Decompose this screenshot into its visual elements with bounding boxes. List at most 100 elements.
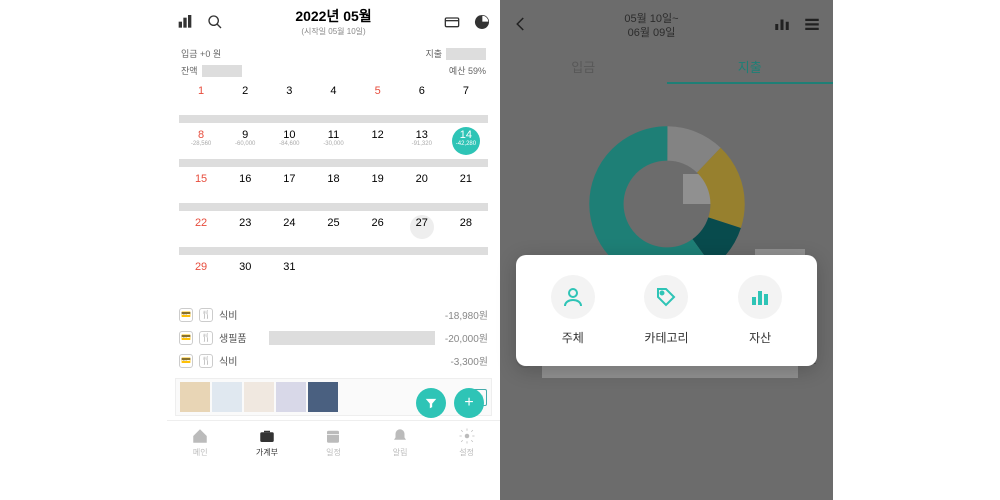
calendar-day[interactable]: 19: [356, 169, 400, 201]
calendar-day[interactable]: 11-30,000: [311, 125, 355, 157]
calendar-day[interactable]: 9-60,000: [223, 125, 267, 157]
account-icon: 💳: [179, 308, 193, 322]
start-date-label: (시작일 05월 10일): [231, 26, 436, 37]
category-icon: 🍴: [199, 354, 213, 368]
calendar-day[interactable]: 30: [223, 257, 267, 289]
week-divider: [179, 159, 488, 167]
calendar-day[interactable]: 4: [311, 81, 355, 113]
calendar-day[interactable]: 15: [179, 169, 223, 201]
calendar-day[interactable]: [400, 257, 444, 289]
ad-thumb: [180, 382, 210, 412]
tab-label: 설정: [459, 448, 474, 457]
balance-value-redacted: [202, 65, 242, 77]
calendar-day[interactable]: 27: [400, 213, 444, 245]
modal-option-자산[interactable]: 자산: [738, 275, 782, 346]
expense-label: 지출: [425, 47, 442, 60]
calendar-day[interactable]: 23: [223, 213, 267, 245]
calendar-day[interactable]: 22: [179, 213, 223, 245]
balance-label: 잔액: [181, 64, 198, 77]
tab-label: 알림: [393, 448, 408, 457]
calendar-day[interactable]: 1: [179, 81, 223, 113]
amount: -20,000원: [445, 330, 488, 345]
calendar-day[interactable]: 31: [267, 257, 311, 289]
calendar-screen: 2022년 05월 (시작일 05월 10일) 입금 +0 원 지출 잔액 예산…: [167, 0, 500, 500]
calendar-day[interactable]: 12: [356, 125, 400, 157]
tab-일정[interactable]: 일정: [300, 427, 367, 458]
tab-label: 일정: [326, 448, 341, 457]
calendar-day[interactable]: 14-42,280: [444, 125, 488, 157]
header: 2022년 05월 (시작일 05월 10일): [167, 0, 500, 43]
budget-label: 예산 59%: [449, 64, 486, 77]
memo-redacted: [269, 331, 435, 345]
calendar-day[interactable]: 7: [444, 81, 488, 113]
income-label: 입금 +0 원: [181, 47, 221, 60]
calendar-day[interactable]: 8-28,560: [179, 125, 223, 157]
modal-icon: [551, 275, 595, 319]
filter-fab[interactable]: [416, 388, 446, 418]
category-label: 생필품: [219, 330, 259, 345]
add-fab[interactable]: +: [454, 388, 484, 418]
modal-option-카테고리[interactable]: 카테고리: [644, 275, 688, 346]
calendar-day[interactable]: 21: [444, 169, 488, 201]
tab-label: 메인: [193, 448, 208, 457]
modal-overlay[interactable]: [500, 0, 833, 500]
calendar-day[interactable]: 2: [223, 81, 267, 113]
calendar-day[interactable]: 20: [400, 169, 444, 201]
tab-설정[interactable]: 설정: [433, 427, 500, 458]
calendar-day[interactable]: [356, 257, 400, 289]
calendar-day[interactable]: 28: [444, 213, 488, 245]
tab-icon: [258, 427, 276, 445]
tab-icon: [191, 427, 209, 445]
modal-label: 자산: [738, 329, 782, 346]
tab-가계부[interactable]: 가계부: [234, 427, 301, 458]
ad-thumb: [276, 382, 306, 412]
tab-icon: [458, 427, 476, 445]
category-icon: 🍴: [199, 331, 213, 345]
month-label: 2022년 05월: [231, 6, 436, 26]
transaction-row[interactable]: 💳 🍴 생필품 -20,000원: [179, 326, 488, 349]
summary-row: 입금 +0 원 지출: [167, 43, 500, 64]
transaction-row[interactable]: 💳🍴식비-3,300원: [179, 349, 488, 372]
calendar-day[interactable]: 17: [267, 169, 311, 201]
calendar-day[interactable]: 18: [311, 169, 355, 201]
modal-icon: [738, 275, 782, 319]
month-title[interactable]: 2022년 05월 (시작일 05월 10일): [231, 6, 436, 37]
expense-value-redacted: [446, 48, 486, 60]
account-icon: 💳: [179, 354, 193, 368]
modal-option-주체[interactable]: 주체: [551, 275, 595, 346]
calendar-day[interactable]: 29: [179, 257, 223, 289]
transaction-list: 💳🍴식비-18,980원💳🍴생필품-20,000원💳🍴식비-3,300원: [167, 297, 500, 378]
tab-icon: [324, 427, 342, 445]
tab-알림[interactable]: 알림: [367, 427, 434, 458]
modal-icon: [644, 275, 688, 319]
search-icon[interactable]: [207, 14, 223, 30]
ad-thumb: [308, 382, 338, 412]
category-label: 식비: [219, 307, 259, 322]
account-icon: 💳: [179, 331, 193, 345]
stats-icon[interactable]: [177, 14, 193, 30]
calendar-day[interactable]: 3: [267, 81, 311, 113]
calendar-day[interactable]: 25: [311, 213, 355, 245]
calendar-day[interactable]: 10-84,600: [267, 125, 311, 157]
calendar-day[interactable]: [444, 257, 488, 289]
bottom-tabbar: 메인 가계부 일정 알림 설정: [167, 420, 500, 464]
calendar-grid: 12345678-28,5609-60,00010-84,60011-30,00…: [167, 81, 500, 289]
calendar-day[interactable]: 5: [356, 81, 400, 113]
tab-메인[interactable]: 메인: [167, 427, 234, 458]
calendar-day[interactable]: 16: [223, 169, 267, 201]
calendar-day[interactable]: 26: [356, 213, 400, 245]
tab-label: 가계부: [256, 448, 278, 457]
card-icon[interactable]: [444, 14, 460, 30]
modal-label: 주체: [551, 329, 595, 346]
tab-icon: [391, 427, 409, 445]
transaction-row[interactable]: 💳🍴식비-18,980원: [179, 303, 488, 326]
category-label: 식비: [219, 353, 259, 368]
calendar-day[interactable]: 6: [400, 81, 444, 113]
pie-chart-icon[interactable]: [474, 14, 490, 30]
calendar-day[interactable]: 24: [267, 213, 311, 245]
calendar-day[interactable]: [311, 257, 355, 289]
week-divider: [179, 247, 488, 255]
calendar-day[interactable]: 13-91,320: [400, 125, 444, 157]
filter-modal: 주체 카테고리자산: [516, 255, 817, 366]
stats-screen: 05월 10일~ 06월 09일 입금 지출: [500, 0, 833, 500]
